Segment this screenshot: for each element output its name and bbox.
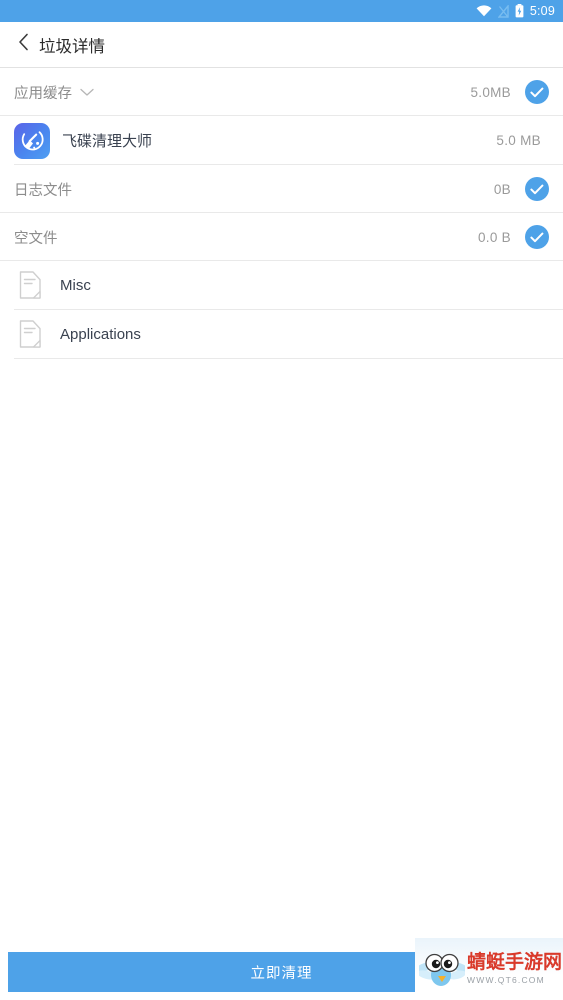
wifi-icon [476, 5, 492, 17]
document-icon [14, 269, 46, 303]
row-label: 日志文件 [14, 182, 72, 199]
watermark-title: 蜻蜓手游网 [467, 951, 563, 974]
row-checkbox-checked[interactable] [525, 177, 549, 201]
row-size: 5.0MB [470, 84, 511, 100]
row-label: 应用缓存 [14, 85, 72, 102]
chevron-left-icon [18, 33, 29, 56]
list-row-app-cache[interactable]: 应用缓存 5.0MB [0, 68, 563, 116]
phone-screen: 5:09 垃圾详情 应用缓存 5.0MB 飞碟清理大师 5.0 MB 日志文件 … [0, 0, 563, 1000]
list-row-misc[interactable]: Misc [0, 261, 563, 310]
row-label: Applications [60, 326, 141, 343]
watermark-text: 蜻蜓手游网 WWW.QT6.COM [467, 951, 563, 985]
status-bar: 5:09 [0, 0, 563, 22]
row-checkbox-checked[interactable] [525, 80, 549, 104]
junk-list: 应用缓存 5.0MB 飞碟清理大师 5.0 MB 日志文件 0B 空文件 0.0… [0, 68, 563, 359]
row-label: Misc [60, 277, 91, 294]
row-label: 空文件 [14, 230, 58, 247]
status-bar-clock: 5:09 [529, 4, 555, 18]
watermark-subtitle: WWW.QT6.COM [467, 974, 545, 985]
row-size: 0B [493, 181, 511, 197]
watermark: 蜻蜓手游网 WWW.QT6.COM [415, 938, 563, 1000]
document-icon [14, 318, 46, 352]
list-row-feidie-cleaner[interactable]: 飞碟清理大师 5.0 MB [0, 116, 563, 165]
broom-app-icon [14, 122, 50, 159]
list-row-empty-files[interactable]: 空文件 0.0 B [0, 213, 563, 261]
row-checkbox-checked[interactable] [525, 225, 549, 249]
chevron-down-icon[interactable] [80, 88, 94, 97]
list-row-applications[interactable]: Applications [0, 310, 563, 359]
page-title: 垃圾详情 [39, 37, 105, 56]
dragonfly-icon [415, 945, 468, 994]
back-button[interactable] [10, 30, 36, 60]
list-row-log-files[interactable]: 日志文件 0B [0, 165, 563, 213]
row-size: 5.0 MB [496, 133, 541, 148]
battery-charging-icon [515, 4, 524, 18]
row-label: 飞碟清理大师 [62, 133, 153, 150]
signal-off-icon [497, 4, 509, 18]
row-size: 0.0 B [477, 229, 511, 245]
app-bar: 垃圾详情 [0, 22, 563, 68]
